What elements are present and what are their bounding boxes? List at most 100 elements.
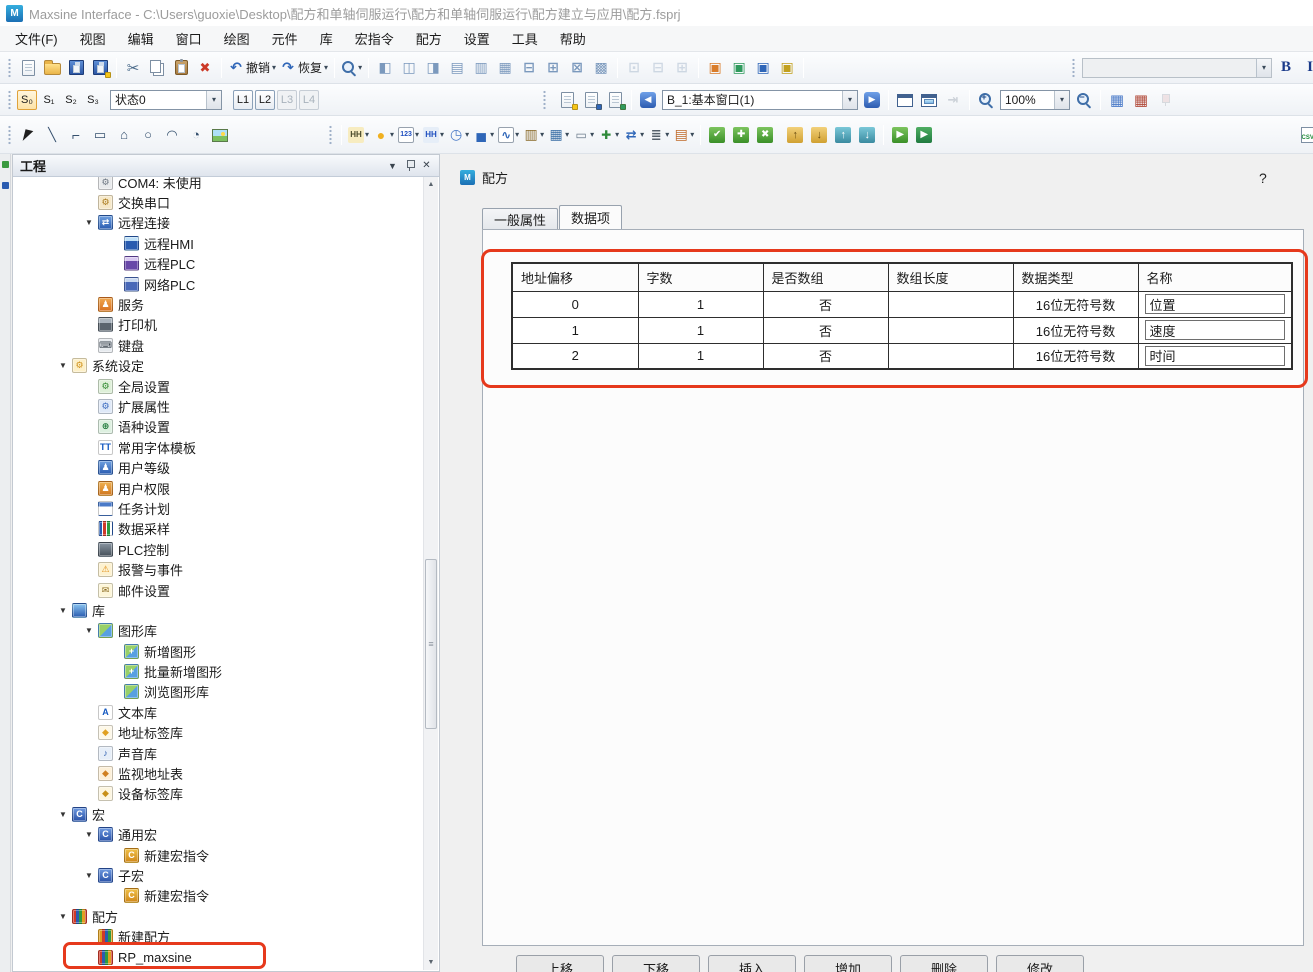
tree-item[interactable]: ♟用户权限 [13,478,422,498]
tree-scrollbar[interactable]: ▲ ≡ ▼ [423,177,438,970]
select-tool-button[interactable] [16,123,40,147]
name-field[interactable]: 位置 [1145,294,1286,314]
tree-item[interactable]: 浏览图形库 [13,682,422,702]
align-bottom-button[interactable]: ▦ [493,56,517,80]
delete-button[interactable]: 删除 [900,955,988,972]
macro-edit-button[interactable]: ✔ [705,123,729,147]
tree-item[interactable]: A文本库 [13,702,422,722]
state-s0-button[interactable]: S₀ [17,90,37,110]
copy-window-button[interactable] [579,88,603,112]
tree-item[interactable]: ◆地址标签库 [13,723,422,743]
group-objects-button[interactable]: ▣ [703,56,727,80]
delete-button[interactable]: ✖ [193,56,217,80]
tree-item[interactable]: C新建宏指令 [13,886,422,906]
tree-item[interactable]: ⚙全局设置 [13,376,422,396]
menu-item[interactable]: 宏指令 [344,26,405,51]
close-panel-button[interactable]: ✕ [418,158,435,174]
align-right-button[interactable]: ◨ [421,56,445,80]
csv-export-button[interactable] [1295,123,1313,147]
tree-item[interactable]: 打印机 [13,315,422,335]
export-data-button[interactable]: ↓ [855,123,879,147]
tree-item[interactable]: 网络PLC [13,274,422,294]
arc-tool-button[interactable]: ◠ [160,123,184,147]
rect-tool-button[interactable]: ▭ [88,123,112,147]
scroll-thumb[interactable]: ≡ [425,559,437,729]
collapsed-panel-tab[interactable] [0,154,11,175]
tree-item[interactable]: 远程HMI [13,233,422,253]
rotate-object-button[interactable]: ▣ [751,56,775,80]
tree-item[interactable]: ⚠报警与事件 [13,559,422,579]
polyline-tool-button[interactable]: ⌐ [64,123,88,147]
tree-item[interactable]: 数据采样 [13,519,422,539]
find-button[interactable]: ▾ [339,56,364,80]
tree-item[interactable]: ♟服务 [13,294,422,314]
delete-window-button[interactable] [603,88,627,112]
tree-item[interactable]: ⚙COM4: 未使用 [13,177,422,192]
text-display-button[interactable]: HH▾ [421,123,446,147]
tab-data-items[interactable]: 数据项 [559,205,622,229]
window-view-button[interactable] [893,88,917,112]
import-data-button[interactable]: ↑ [831,123,855,147]
trend-chart-button[interactable]: ∿▾ [496,123,521,147]
tree-item[interactable]: PLC控制 [13,539,422,559]
tree-item[interactable]: 远程PLC [13,254,422,274]
tree-item[interactable]: ◆监视地址表 [13,763,422,783]
tree-item[interactable]: ▼⇄远程连接 [13,213,422,233]
upload-project-button[interactable]: ↑ [783,123,807,147]
tree-item[interactable]: ▼图形库 [13,621,422,641]
same-height-button[interactable]: ⊞ [541,56,565,80]
align-center-button[interactable]: ◫ [397,56,421,80]
toolbar-grip[interactable] [328,125,333,145]
menu-item[interactable]: 绘图 [213,26,261,51]
bold-button[interactable]: B [1274,56,1298,80]
image-tool-button[interactable] [208,123,232,147]
toolbar-grip[interactable] [7,125,12,145]
menu-item[interactable]: 编辑 [117,26,165,51]
tree-item[interactable]: ▼C通用宏 [13,825,422,845]
same-width-button[interactable]: ⊟ [517,56,541,80]
menu-item[interactable]: 元件 [261,26,309,51]
align-middle-button[interactable]: ▥ [469,56,493,80]
function-key-button[interactable]: ✚▾ [596,123,621,147]
copy-button[interactable] [145,56,169,80]
meter-button[interactable]: ▥▾ [521,123,546,147]
data-table-button[interactable]: ▦▾ [546,123,571,147]
table-row[interactable]: 21否16位无符号数时间 [512,343,1292,369]
name-field[interactable]: 速度 [1145,320,1286,340]
state-combo[interactable]: 状态0▾ [110,90,222,110]
tree-item[interactable]: ▼库 [13,600,422,620]
list-box-button[interactable]: ≣▾ [646,123,671,147]
menu-item[interactable]: 文件(F) [4,26,69,51]
move-down-button[interactable]: 下移 [612,955,700,972]
panel-menu-button[interactable]: ▼ [384,158,401,174]
toolbar-grip[interactable] [7,58,12,78]
layer-2-button[interactable]: L2 [255,90,275,110]
expand-arrow-icon[interactable]: ▼ [85,218,98,227]
download-project-button[interactable]: ↓ [807,123,831,147]
tree-item[interactable]: ✉邮件设置 [13,580,422,600]
tree-item[interactable]: 任务计划 [13,498,422,518]
tree-item-rp-maxsine[interactable]: RP_maxsine [13,947,422,967]
tree-item[interactable]: +批量新增图形 [13,661,422,681]
indicator-lamp-button[interactable]: ●▾ [371,123,396,147]
expand-arrow-icon[interactable]: ▼ [59,912,72,921]
bar-graph-button[interactable]: ▅▾ [471,123,496,147]
zoom-out-button[interactable]: − [1072,88,1096,112]
sector-tool-button[interactable]: ◔ [184,123,208,147]
toolbar-grip[interactable] [7,90,12,110]
paste-button[interactable] [169,56,193,80]
zoom-in-button[interactable]: + [974,88,998,112]
state-s3-button[interactable]: S₃ [83,90,103,110]
expand-arrow-icon[interactable]: ▼ [85,871,98,880]
tree-item[interactable]: ⚙交换串口 [13,192,422,212]
data-transfer-button[interactable]: ⇄▾ [621,123,646,147]
snap-grid-button[interactable]: ▦ [1129,88,1153,112]
scroll-up-button[interactable]: ▲ [424,177,438,192]
menu-item[interactable]: 设置 [453,26,501,51]
table-row[interactable]: 11否16位无符号数速度 [512,317,1292,343]
window-grid-view-button[interactable] [917,88,941,112]
flip-object-button[interactable]: ▣ [775,56,799,80]
menu-item[interactable]: 库 [309,26,344,51]
new-window-button[interactable] [555,88,579,112]
insert-button[interactable]: 插入 [708,955,796,972]
